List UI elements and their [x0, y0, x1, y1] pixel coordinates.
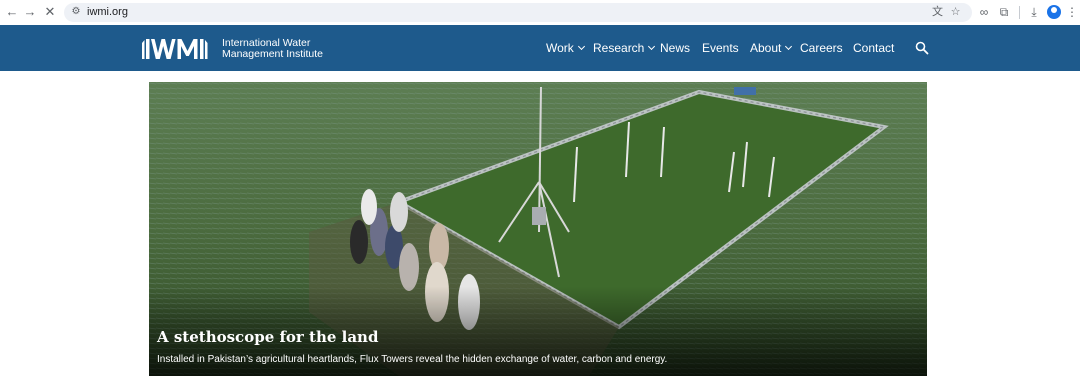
browser-toolbar: ← → ✕ ⚙ iwmi.org 文 ☆ ∞ ⧉ ⤓ ⋮	[0, 0, 1080, 26]
nav-label: About	[750, 41, 782, 55]
tune-icon[interactable]: ⚙	[70, 6, 82, 18]
toolbar-divider	[1019, 6, 1020, 19]
chevron-down-icon	[577, 42, 585, 51]
nav-item-work[interactable]: Work	[546, 41, 585, 55]
back-arrow-icon[interactable]: ←	[4, 4, 20, 20]
nav-item-research[interactable]: Research	[593, 41, 656, 55]
nav-item-news[interactable]: News	[660, 41, 690, 55]
search-icon[interactable]	[915, 41, 929, 55]
chevron-down-icon	[785, 42, 793, 51]
puzzle-icon[interactable]: ⧉	[996, 4, 1012, 20]
close-icon[interactable]: ✕	[42, 4, 58, 20]
nav-label: Work	[546, 41, 574, 55]
logo-wordmark: International Water Management Institute	[222, 38, 342, 60]
hero-banner[interactable]: A stethoscope for the land Installed in …	[149, 82, 927, 376]
translate-icon[interactable]: 文	[930, 5, 945, 20]
address-bar[interactable]: ⚙ iwmi.org 文 ☆	[64, 3, 972, 22]
chevron-down-icon	[648, 42, 656, 51]
nav-item-about[interactable]: About	[750, 41, 793, 55]
nav-item-events[interactable]: Events	[702, 41, 739, 55]
nav-label: News	[660, 41, 691, 55]
nav-label: Research	[593, 41, 645, 55]
hero-title[interactable]: A stethoscope for the land	[157, 328, 378, 346]
nav-label: Careers	[800, 41, 843, 55]
kebab-menu-icon[interactable]: ⋮	[1064, 4, 1080, 20]
link-icon[interactable]: ∞	[976, 4, 992, 20]
download-icon[interactable]: ⤓	[1026, 4, 1042, 20]
url-text[interactable]: iwmi.org	[87, 6, 128, 19]
nav-item-contact[interactable]: Contact	[853, 41, 894, 55]
nav-item-careers[interactable]: Careers	[800, 41, 843, 55]
site-header: International Water Management Institute…	[0, 25, 1080, 71]
nav-label: Contact	[853, 41, 895, 55]
iwmi-logo-mark	[142, 39, 208, 59]
star-icon[interactable]: ☆	[948, 5, 963, 20]
hero-subtitle: Installed in Pakistan’s agricultural hea…	[157, 354, 668, 365]
logo-line-2: Management Institute	[222, 48, 323, 60]
profile-icon[interactable]	[1047, 5, 1061, 19]
nav-label: Events	[702, 41, 739, 55]
forward-arrow-icon[interactable]: →	[22, 4, 38, 20]
